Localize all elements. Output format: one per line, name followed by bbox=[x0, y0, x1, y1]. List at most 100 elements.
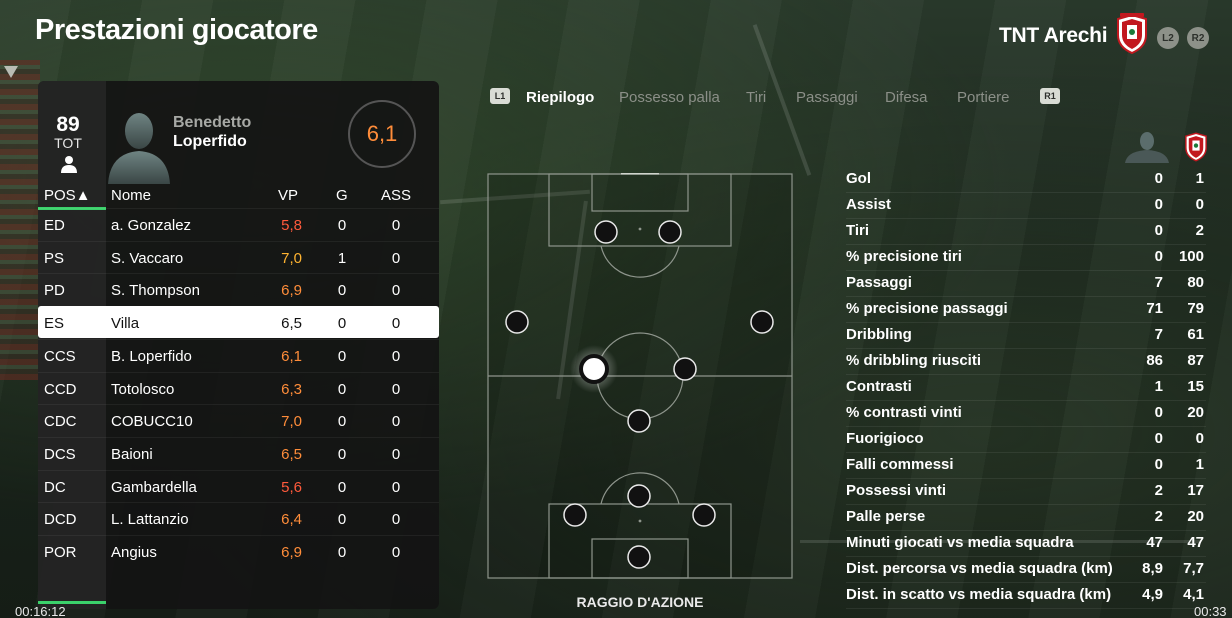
table-row[interactable]: CCD Totolosco 6,3 0 0 bbox=[38, 371, 439, 404]
row-goals: 0 bbox=[337, 217, 347, 234]
row-assists: 0 bbox=[391, 478, 401, 496]
player-position-marker[interactable] bbox=[658, 220, 682, 244]
stat-team-value: 47 bbox=[1187, 534, 1204, 551]
stat-player-value: 1 bbox=[1154, 378, 1163, 395]
stat-team-value: 100 bbox=[1178, 248, 1204, 265]
r2-button[interactable]: R2 bbox=[1187, 27, 1209, 49]
column-header-ass[interactable]: ASS bbox=[381, 187, 411, 204]
row-position: PD bbox=[44, 282, 65, 300]
row-assists: 0 bbox=[391, 511, 401, 529]
table-header: POS▲ Nome VP G ASS bbox=[38, 184, 439, 210]
stat-team-value: 17 bbox=[1187, 482, 1204, 499]
tab-possesso-palla[interactable]: Possesso palla bbox=[619, 89, 720, 106]
table-row[interactable]: PD S. Thompson 6,9 0 0 bbox=[38, 273, 439, 305]
row-goals: 0 bbox=[337, 413, 347, 431]
player-position-marker[interactable] bbox=[627, 484, 651, 508]
row-goals: 0 bbox=[337, 445, 347, 463]
scroll-up-arrow-icon[interactable] bbox=[4, 66, 18, 78]
player-first-name: Benedetto bbox=[173, 114, 252, 131]
stat-label: Passaggi bbox=[846, 274, 912, 291]
row-position: CCS bbox=[44, 347, 76, 365]
stat-team-value: 0 bbox=[1195, 196, 1204, 213]
stat-team-value: 87 bbox=[1187, 352, 1204, 369]
player-position-marker[interactable] bbox=[692, 503, 716, 527]
stat-team-value: 80 bbox=[1187, 274, 1204, 291]
table-row[interactable]: DCS Baioni 6,5 0 0 bbox=[38, 436, 439, 469]
row-rating: 6,5 bbox=[281, 445, 302, 463]
table-row[interactable]: ES Villa 6,5 0 0 bbox=[38, 306, 439, 339]
tab-portiere[interactable]: Portiere bbox=[957, 89, 1010, 106]
stat-row: Dist. in scatto vs media squadra (km) 4,9… bbox=[846, 583, 1206, 609]
row-rating: 5,8 bbox=[281, 217, 302, 234]
player-position-marker[interactable] bbox=[627, 409, 651, 433]
row-position: DCS bbox=[44, 445, 76, 463]
stat-row: Palle perse 2 20 bbox=[846, 505, 1206, 531]
player-position-marker[interactable] bbox=[594, 220, 618, 244]
stat-label: % precisione tiri bbox=[846, 248, 962, 265]
player-stat-column-icon bbox=[1125, 132, 1169, 163]
stat-row: Possessi vinti 2 17 bbox=[846, 479, 1206, 505]
player-position-marker[interactable] bbox=[563, 503, 587, 527]
stat-player-value: 7 bbox=[1154, 274, 1163, 291]
team-crest-column-icon bbox=[1185, 132, 1207, 162]
stat-label: Dribbling bbox=[846, 326, 912, 343]
row-player-name: B. Loperfido bbox=[111, 347, 192, 365]
row-goals: 0 bbox=[337, 511, 347, 529]
stat-row: Tiri 0 2 bbox=[846, 219, 1206, 245]
background-crowd bbox=[0, 60, 40, 380]
stat-team-value: 61 bbox=[1187, 326, 1204, 343]
player-position-marker[interactable] bbox=[627, 545, 651, 569]
table-row[interactable]: DC Gambardella 5,6 0 0 bbox=[38, 469, 439, 502]
row-rating: 6,1 bbox=[281, 347, 302, 365]
row-position: POR bbox=[44, 544, 77, 561]
stat-label: Contrasti bbox=[846, 378, 912, 395]
tab-difesa[interactable]: Difesa bbox=[885, 89, 928, 106]
player-rating-badge: 6,1 bbox=[348, 100, 416, 168]
row-goals: 0 bbox=[337, 478, 347, 496]
column-header-pos[interactable]: POS▲ bbox=[44, 187, 91, 204]
l2-button[interactable]: L2 bbox=[1157, 27, 1179, 49]
tab-tiri[interactable]: Tiri bbox=[746, 89, 766, 106]
stat-label: Possessi vinti bbox=[846, 482, 947, 499]
r1-key-hint[interactable]: R1 bbox=[1040, 88, 1060, 104]
row-goals: 0 bbox=[337, 347, 347, 365]
l1-key-hint[interactable]: L1 bbox=[490, 88, 510, 104]
selected-player-marker[interactable] bbox=[579, 354, 609, 384]
column-header-vp[interactable]: VP bbox=[278, 187, 298, 204]
row-rating: 7,0 bbox=[281, 413, 302, 431]
row-goals: 1 bbox=[337, 249, 347, 267]
stat-player-value: 71 bbox=[1146, 300, 1163, 317]
tab-passaggi[interactable]: Passaggi bbox=[796, 89, 858, 106]
table-row[interactable]: POR Angius 6,9 0 0 bbox=[38, 535, 439, 567]
player-position-marker[interactable] bbox=[750, 310, 774, 334]
row-player-name: Angius bbox=[111, 544, 157, 561]
page-title: Prestazioni giocatore bbox=[35, 14, 318, 46]
column-header-name[interactable]: Nome bbox=[111, 187, 151, 204]
player-position-marker[interactable] bbox=[673, 357, 697, 381]
table-row[interactable]: PS S. Vaccaro 7,0 1 0 bbox=[38, 240, 439, 273]
row-rating: 7,0 bbox=[281, 249, 302, 267]
stat-team-value: 4,1 bbox=[1183, 586, 1204, 603]
table-row[interactable]: CDC COBUCC10 7,0 0 0 bbox=[38, 404, 439, 436]
table-row[interactable]: CCS B. Loperfido 6,1 0 0 bbox=[38, 338, 439, 371]
table-row[interactable]: ED a. Gonzalez 5,8 0 0 bbox=[38, 208, 439, 240]
secondary-timer: 00:33 bbox=[1194, 604, 1227, 618]
row-player-name: S. Thompson bbox=[111, 282, 200, 300]
column-header-g[interactable]: G bbox=[336, 187, 348, 204]
row-goals: 0 bbox=[337, 544, 347, 561]
player-position-marker[interactable] bbox=[505, 310, 529, 334]
stat-player-value: 2 bbox=[1154, 508, 1163, 525]
table-row[interactable]: DCD L. Lattanzio 6,4 0 0 bbox=[38, 502, 439, 534]
stat-row: Falli commessi 0 1 bbox=[846, 453, 1206, 479]
row-rating: 6,9 bbox=[281, 282, 302, 300]
stat-team-value: 1 bbox=[1195, 170, 1204, 187]
row-rating: 6,4 bbox=[281, 511, 302, 529]
stat-player-value: 4,9 bbox=[1142, 586, 1163, 603]
stat-player-value: 47 bbox=[1146, 534, 1163, 551]
stat-team-value: 7,7 bbox=[1183, 560, 1204, 577]
stat-row: % contrasti vinti 0 20 bbox=[846, 401, 1206, 427]
tab-riepilogo[interactable]: Riepilogo bbox=[526, 89, 594, 106]
row-position: ED bbox=[44, 217, 65, 234]
overall-number: 89 bbox=[56, 113, 80, 136]
player-silhouette-icon bbox=[108, 113, 170, 184]
